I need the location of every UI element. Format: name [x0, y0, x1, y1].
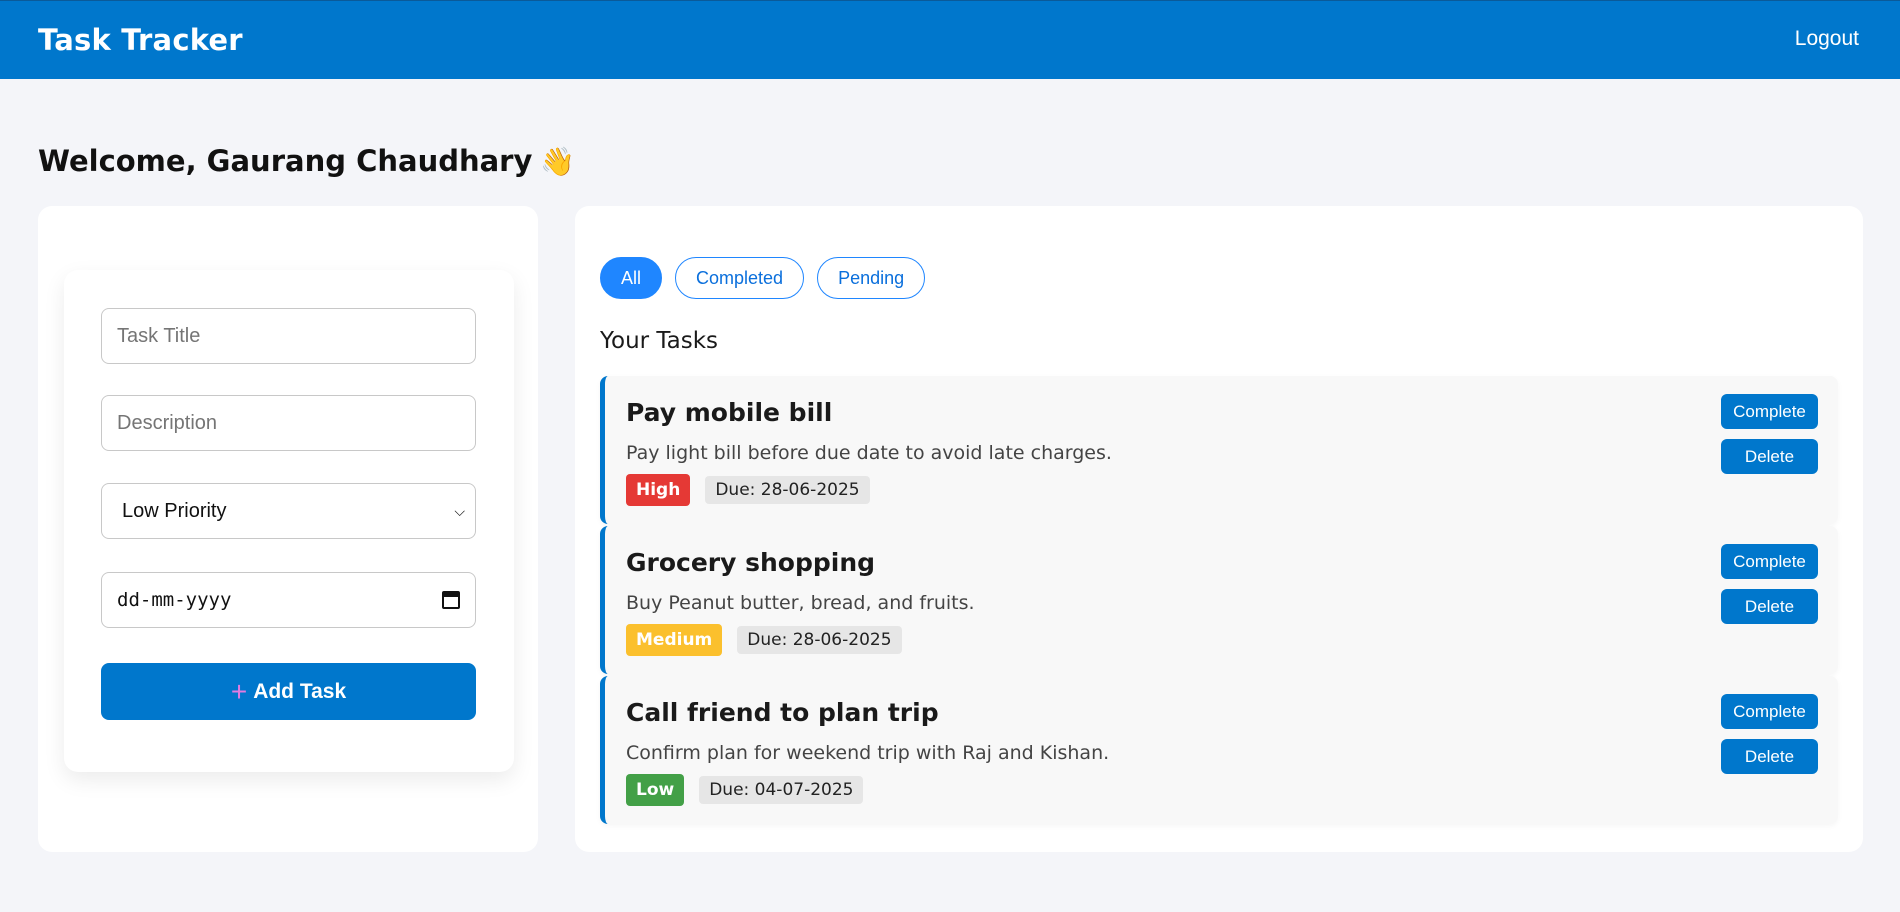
filter-completed-button[interactable]: Completed: [675, 257, 805, 299]
task-title-input[interactable]: Task Title: [101, 308, 476, 364]
welcome-text: Welcome, Gaurang Chaudhary: [38, 144, 533, 178]
add-task-label: Add Task: [253, 679, 347, 703]
tasks-heading: Your Tasks: [600, 328, 719, 354]
task-meta: High Due: 28-06-2025: [626, 474, 870, 506]
app-title: Task Tracker: [38, 23, 243, 57]
task-description: Buy Peanut butter, bread, and fruits.: [626, 592, 975, 614]
complete-button[interactable]: Complete: [1721, 394, 1818, 429]
due-date-label: Due: 04-07-2025: [699, 776, 864, 804]
task-list: Pay mobile bill Pay light bill before du…: [600, 376, 1838, 826]
filter-all-button[interactable]: All: [600, 257, 663, 299]
task-title: Grocery shopping: [626, 548, 876, 577]
complete-button[interactable]: Complete: [1721, 544, 1818, 579]
task-title: Pay mobile bill: [626, 398, 833, 427]
plus-icon: +: [230, 675, 248, 707]
task-meta: Low Due: 04-07-2025: [626, 774, 864, 806]
date-placeholder: dd-mm-yyyy: [117, 589, 232, 611]
due-date-input[interactable]: dd-mm-yyyy: [101, 572, 476, 628]
description-input[interactable]: Description: [101, 395, 476, 451]
priority-selected-value: Low Priority: [122, 499, 227, 522]
filter-pending-button[interactable]: Pending: [817, 257, 926, 299]
task-card: Pay mobile bill Pay light bill before du…: [600, 376, 1838, 524]
delete-button[interactable]: Delete: [1721, 439, 1818, 474]
logout-button[interactable]: Logout: [1795, 27, 1859, 51]
task-form: Task Title Description Low Priority ⌵ dd…: [64, 270, 514, 772]
priority-badge-medium: Medium: [626, 624, 723, 656]
waving-hand-icon: 👋: [540, 145, 576, 178]
complete-button[interactable]: Complete: [1721, 694, 1818, 729]
task-actions: Complete Delete: [1721, 394, 1818, 484]
task-card: Grocery shopping Buy Peanut butter, brea…: [600, 526, 1838, 674]
task-actions: Complete Delete: [1721, 544, 1818, 634]
calendar-icon[interactable]: [442, 591, 460, 609]
task-description: Confirm plan for weekend trip with Raj a…: [626, 742, 1110, 764]
task-form-panel: Task Title Description Low Priority ⌵ dd…: [38, 206, 538, 852]
tasks-panel: All Completed Pending Your Tasks Pay mob…: [575, 206, 1863, 852]
priority-select[interactable]: Low Priority ⌵: [101, 483, 476, 539]
chevron-down-icon: ⌵: [454, 502, 465, 519]
task-meta: Medium Due: 28-06-2025: [626, 624, 902, 656]
description-placeholder: Description: [117, 411, 218, 434]
task-card: Call friend to plan trip Confirm plan fo…: [600, 676, 1838, 824]
welcome-heading: Welcome, Gaurang Chaudhary 👋: [38, 144, 575, 178]
priority-badge-low: Low: [626, 774, 685, 806]
task-description: Pay light bill before due date to avoid …: [626, 442, 1112, 464]
task-title-placeholder: Task Title: [117, 324, 201, 347]
priority-badge-high: High: [626, 474, 691, 506]
filter-bar: All Completed Pending: [600, 257, 938, 299]
add-task-button[interactable]: + Add Task: [101, 663, 476, 720]
task-actions: Complete Delete: [1721, 694, 1818, 784]
delete-button[interactable]: Delete: [1721, 589, 1818, 624]
top-navbar: Task Tracker Logout: [0, 0, 1900, 79]
task-title: Call friend to plan trip: [626, 698, 939, 727]
delete-button[interactable]: Delete: [1721, 739, 1818, 774]
due-date-label: Due: 28-06-2025: [705, 476, 870, 504]
due-date-label: Due: 28-06-2025: [737, 626, 902, 654]
